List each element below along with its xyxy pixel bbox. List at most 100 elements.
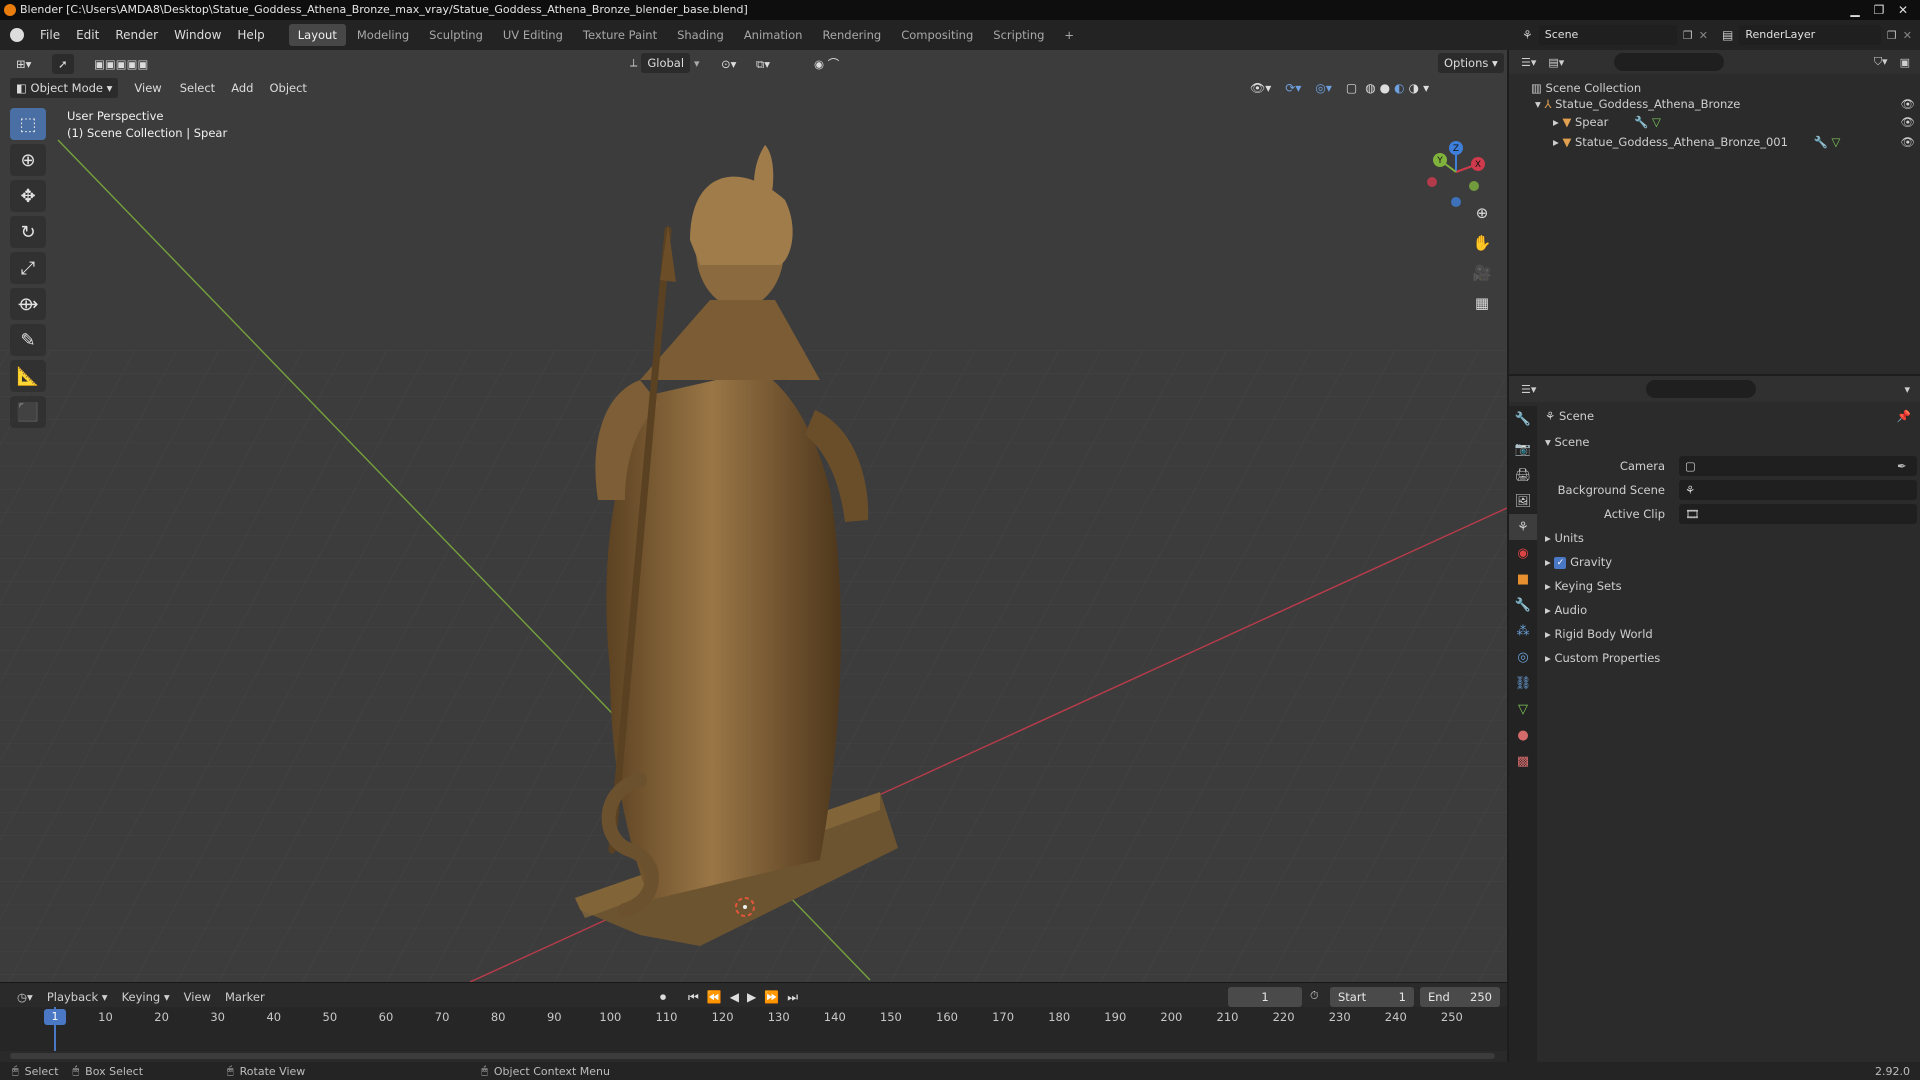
menu-keying[interactable]: Keying ▾: [115, 986, 177, 1008]
wireframe-shading-icon[interactable]: ◍: [1365, 81, 1375, 95]
selection-mode-icons[interactable]: ▣▣▣▣▣: [88, 54, 154, 74]
gizmo-neg-x[interactable]: [1427, 177, 1437, 187]
background-scene-field[interactable]: ⚘: [1679, 480, 1917, 500]
tab-scripting[interactable]: Scripting: [984, 24, 1053, 46]
material-shading-icon[interactable]: ◐: [1394, 81, 1404, 95]
subpanel-gravity[interactable]: ▸ ✓ Gravity: [1545, 552, 1915, 572]
pivot-icon[interactable]: ⊙▾: [715, 54, 742, 74]
editor-type-icon[interactable]: ⊞▾: [10, 54, 37, 74]
menu-edit[interactable]: Edit: [68, 20, 107, 50]
particles-tab-icon[interactable]: ⁂: [1509, 618, 1537, 644]
subpanel-keying-sets[interactable]: ▸ Keying Sets: [1545, 576, 1915, 596]
start-frame-field[interactable]: Start 1: [1330, 987, 1414, 1007]
proportional-edit-icon[interactable]: ◉ ⌒: [808, 54, 845, 74]
measure-tool-icon[interactable]: 📐: [10, 360, 46, 392]
menu-add[interactable]: Add: [225, 78, 259, 98]
visibility-eye-icon[interactable]: 👁: [1900, 132, 1915, 152]
render-layer-selector[interactable]: ▤ RenderLayer ❐ ✕: [1722, 25, 1912, 45]
filter-icon[interactable]: ⛉▾: [1874, 55, 1888, 69]
select-box-tool-icon[interactable]: ⬚: [10, 108, 46, 140]
tab-uv-editing[interactable]: UV Editing: [494, 24, 572, 46]
modifiers-tab-icon[interactable]: 🔧: [1509, 592, 1537, 618]
scene-tab-icon[interactable]: ⚘: [1509, 514, 1537, 540]
menu-render[interactable]: Render: [107, 20, 166, 50]
minimize-button[interactable]: ▁: [1844, 0, 1866, 20]
rendered-shading-icon[interactable]: ◑: [1409, 81, 1419, 95]
mode-dropdown[interactable]: ◧ Object Mode ▾: [10, 78, 119, 98]
cursor-tool-icon[interactable]: ⊕: [10, 144, 46, 176]
maximize-button[interactable]: ❐: [1868, 0, 1890, 20]
tool-settings-tab-icon[interactable]: 🔧: [1509, 406, 1537, 432]
xray-icon[interactable]: ▢: [1346, 81, 1357, 95]
properties-editor-type-icon[interactable]: ☰▾: [1521, 383, 1536, 396]
jump-start-icon[interactable]: ⏮: [688, 990, 699, 1005]
subpanel-custom-properties[interactable]: ▸ Custom Properties: [1545, 648, 1915, 668]
visibility-eye-icon[interactable]: 👁: [1900, 112, 1915, 132]
zoom-icon[interactable]: ⊕: [1468, 198, 1496, 228]
ortho-toggle-icon[interactable]: ▦: [1468, 288, 1496, 318]
pin-icon[interactable]: 📌: [1897, 406, 1911, 426]
pan-hand-icon[interactable]: ✋: [1468, 228, 1496, 258]
current-frame-field[interactable]: 1: [1228, 987, 1302, 1007]
subpanel-audio[interactable]: ▸ Audio: [1545, 600, 1915, 620]
jump-end-icon[interactable]: ⏭: [787, 990, 798, 1005]
menu-playback[interactable]: Playback ▾: [40, 986, 115, 1008]
record-icon[interactable]: ⏺: [660, 990, 666, 1005]
modifier-wrench-icon[interactable]: 🔧: [1814, 135, 1828, 149]
tab-layout[interactable]: Layout: [288, 24, 346, 46]
menu-view[interactable]: View: [128, 78, 167, 98]
camera-view-icon[interactable]: 🎥: [1468, 258, 1496, 288]
menu-file[interactable]: File: [32, 20, 68, 50]
menu-help[interactable]: Help: [229, 20, 272, 50]
active-clip-field[interactable]: 🎞: [1679, 504, 1917, 524]
material-tab-icon[interactable]: ●: [1509, 722, 1537, 748]
render-layer-name-field[interactable]: RenderLayer: [1739, 25, 1881, 45]
gizmo-toggle-icon[interactable]: ⟳▾: [1285, 81, 1301, 95]
menu-object[interactable]: Object: [263, 78, 312, 98]
texture-tab-icon[interactable]: ▩: [1509, 748, 1537, 774]
timeline-editor-type-icon[interactable]: ◷▾: [10, 986, 40, 1008]
data-tab-icon[interactable]: ▽: [1509, 696, 1537, 722]
object-tab-icon[interactable]: ■: [1509, 566, 1537, 592]
new-collection-icon[interactable]: ▣: [1900, 56, 1910, 69]
preview-range-icon[interactable]: ⏱: [1310, 989, 1319, 1003]
view-layer-tab-icon[interactable]: 🖼: [1509, 488, 1537, 514]
overlay-toggle-icon[interactable]: ◎▾: [1315, 81, 1332, 95]
move-tool-icon[interactable]: ✥: [10, 180, 46, 212]
options-dropdown[interactable]: Options ▾: [1438, 53, 1504, 73]
modifier-wrench-icon[interactable]: 🔧: [1634, 115, 1648, 129]
play-reverse-icon[interactable]: ◀: [730, 990, 739, 1004]
rotate-tool-icon[interactable]: ↻: [10, 216, 46, 248]
orientation-dropdown[interactable]: Global: [641, 53, 691, 73]
chevron-down-icon[interactable]: ▾: [1904, 383, 1910, 396]
new-render-layer-icon[interactable]: ❐: [1887, 29, 1897, 42]
tab-modeling[interactable]: Modeling: [348, 24, 418, 46]
output-tab-icon[interactable]: 🖨: [1509, 462, 1537, 488]
tab-texture-paint[interactable]: Texture Paint: [574, 24, 666, 46]
physics-tab-icon[interactable]: ◎: [1509, 644, 1537, 670]
tab-shading[interactable]: Shading: [668, 24, 733, 46]
visibility-eye-icon[interactable]: 👁: [1900, 94, 1915, 114]
transform-orientation[interactable]: ⟂ Global ▾: [630, 53, 700, 73]
outliner-search-input[interactable]: [1614, 53, 1725, 71]
mesh-data-icon[interactable]: ▽: [1652, 115, 1661, 129]
tab-sculpting[interactable]: Sculpting: [420, 24, 492, 46]
constraints-tab-icon[interactable]: ⛓: [1509, 670, 1537, 696]
tab-compositing[interactable]: Compositing: [892, 24, 982, 46]
render-tab-icon[interactable]: 📷: [1509, 436, 1537, 462]
outliner-editor-type-icon[interactable]: ☰▾: [1521, 56, 1536, 69]
gravity-checkbox[interactable]: ✓: [1554, 556, 1567, 569]
add-cube-tool-icon[interactable]: ⬛: [10, 396, 46, 428]
tab-rendering[interactable]: Rendering: [813, 24, 890, 46]
playhead-frame-label[interactable]: 1: [44, 1009, 66, 1025]
world-tab-icon[interactable]: ◉: [1509, 540, 1537, 566]
prev-keyframe-icon[interactable]: ⏪: [707, 990, 722, 1004]
delete-scene-icon[interactable]: ✕: [1699, 29, 1708, 42]
shading-options-icon[interactable]: ▾: [1423, 81, 1429, 95]
menu-timeline-view[interactable]: View: [177, 986, 218, 1008]
outliner-row-spear[interactable]: ▸ ▼ Spear 🔧 ▽ 👁: [1553, 112, 1915, 132]
blender-menu-icon[interactable]: [10, 28, 24, 42]
scene-panel-header[interactable]: ▾ Scene: [1545, 432, 1590, 452]
properties-search-input[interactable]: [1646, 380, 1757, 398]
mesh-data-icon[interactable]: ▽: [1832, 135, 1841, 149]
